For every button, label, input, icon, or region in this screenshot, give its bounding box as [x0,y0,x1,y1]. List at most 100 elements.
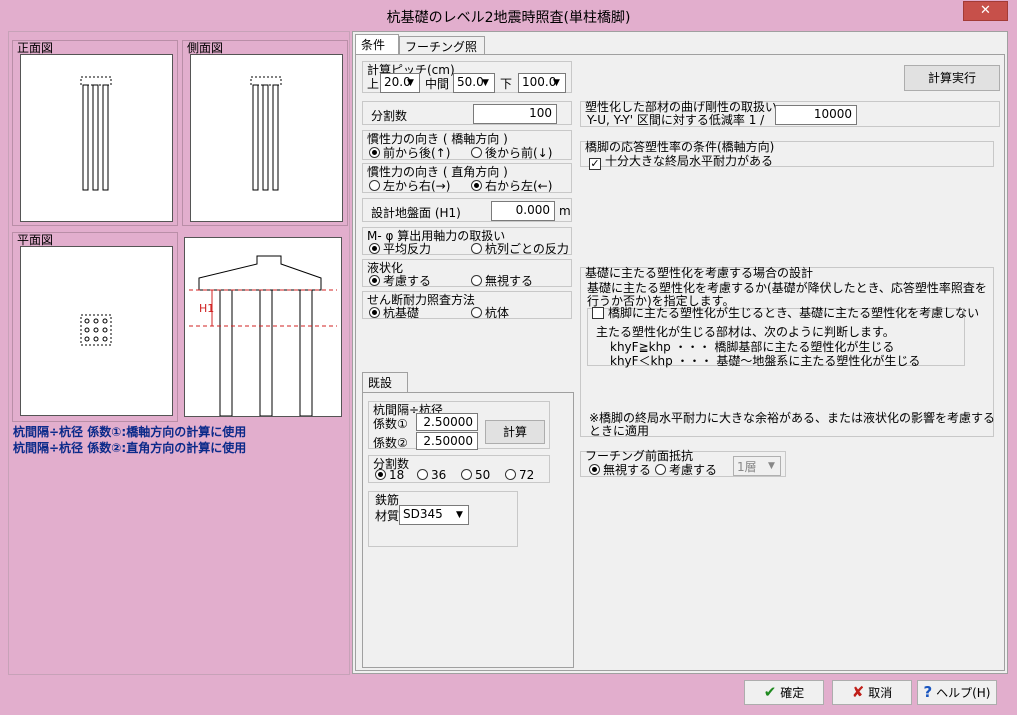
radio-icon [471,275,482,286]
layer-select[interactable]: 1層 ▼ [733,456,781,476]
div-opt-72[interactable]: 72 [505,468,534,482]
window-title: 杭基礎のレベル2地震時照査(単柱橋脚) [386,10,631,26]
cross-icon: ✘ [851,683,865,701]
stiffness-text: Y-U, Y-Y' 区間に対する低減率 1 / [587,113,765,127]
front-view-group: 正面図 [12,40,178,226]
liquefaction-opt2[interactable]: 無視する [471,272,533,289]
help-icon: ? [923,683,933,701]
coef1-label: 係数① [373,417,408,431]
inertia-perp-opt2[interactable]: 右から左(←) [471,177,552,194]
foundation-note2: ときに適用 [589,424,650,438]
ground-label: 設計地盤面 (H1) [371,206,461,220]
shear-group: せん断耐力照査方法 杭基礎 杭体 [362,291,572,321]
pitch-mid-label: 中間 [425,77,450,91]
radio-icon [369,147,380,158]
tab-footing-check[interactable]: フーチング照査 [399,36,485,71]
existing-pile-panel: 杭間隔÷杭径 係数① 2.50000 係数② 2.50000 計算 分割数 18… [362,392,574,668]
foundation-plastic-group: 基礎に主たる塑性化を考慮する場合の設計 基礎に主たる塑性化を考慮するか(基礎が降… [580,266,996,438]
radio-icon [369,243,380,254]
div-opt-18[interactable]: 18 [375,468,404,482]
footing-resist-opt2[interactable]: 考慮する [655,461,717,478]
settings-pane: 条件 フーチング照査 計算ピッチ(cm) 上 20.0▼ 中間 50.0▼ 下 … [352,31,1008,674]
foundation-sub-group: 橋脚に主たる塑性化が生じるとき、基礎に主たる塑性化を考慮しない 主たる塑性化が生… [587,306,979,368]
checkbox-icon [592,307,604,319]
chevron-down-icon: ▼ [482,78,489,88]
pitch-mid-select[interactable]: 50.0 ▼ [453,73,495,93]
radio-icon [417,469,428,480]
radio-icon [369,275,380,286]
chevron-down-icon: ▼ [407,78,414,88]
material-select[interactable]: SD345 ▼ [399,505,469,525]
inertia-axial-group: 慣性力の向き ( 橋軸方向 ) 前から後(↑) 後から前(↓) [362,130,572,160]
pitch-top-label: 上 [367,77,380,91]
ground-group: 設計地盤面 (H1) 0.000 m [362,198,572,222]
checkmark-icon: ✔ [763,683,777,701]
pile-division-group: 分割数 18 36 50 72 [368,455,550,483]
inertia-axial-opt1[interactable]: 前から後(↑) [369,144,450,161]
drawing-pane: 正面図 側面図 平面図 H1 杭間隔÷杭径 係数①:橋軸方向の計算に使用 杭間隔… [8,31,350,675]
plan-view-canvas [20,246,173,416]
liquefaction-opt1[interactable]: 考慮する [369,272,431,289]
liquefaction-group: 液状化 考慮する 無視する [362,259,572,289]
chevron-down-icon: ▼ [768,461,775,471]
calculate-button[interactable]: 計算実行 [904,65,1000,91]
tab-conditions[interactable]: 条件 [355,34,399,55]
footing-resist-opt1[interactable]: 無視する [589,461,651,478]
div-opt-50[interactable]: 50 [461,468,490,482]
foundation-checkbox[interactable]: 橋脚に主たる塑性化が生じるとき、基礎に主たる塑性化を考慮しない [592,304,979,321]
ductility-checkbox[interactable]: ✓ 十分大きな終局水平耐力がある [589,152,773,170]
checkbox-checked-icon: ✓ [589,157,601,170]
close-button[interactable]: ✕ [963,1,1008,21]
ductility-group: 橋脚の応答塑性率の条件(橋軸方向) ✓ 十分大きな終局水平耐力がある [580,140,994,170]
footing-resist-group: フーチング前面抵抗 無視する 考慮する 1層 ▼ [580,449,786,478]
div-opt-36[interactable]: 36 [417,468,446,482]
plan-view-drawing [80,314,112,346]
coef2-input[interactable]: 2.50000 [416,432,478,450]
ground-input[interactable]: 0.000 [491,201,555,221]
cancel-button[interactable]: ✘ 取消 [832,680,912,705]
side-view-group: 側面図 [182,40,348,226]
dialog-footer: ✔ 確定 ✘ 取消 ? ヘルプ(H) [0,676,1017,715]
side-view-canvas [190,54,343,222]
h1-schematic-drawing [189,255,337,417]
conditions-panel: 計算ピッチ(cm) 上 20.0 ▼ 中間 50.0 ▼ 下 100.0 ▼ 分割数 … [355,54,1005,671]
plan-view-group: 平面図 [12,232,178,422]
note-coef2: 杭間隔÷杭径 係数②:直角方向の計算に使用 [13,441,247,455]
stiffness-input[interactable]: 10000 [775,105,857,125]
inertia-axial-opt2[interactable]: 後から前(↓) [471,144,552,161]
pitch-bottom-label: 下 [500,77,513,91]
inertia-perp-group: 慣性力の向き ( 直角方向 ) 左から右(→) 右から左(←) [362,163,572,193]
radio-icon [369,180,380,191]
h1-label: H1 [199,302,215,315]
coef2-label: 係数② [373,436,408,450]
pitch-top-select[interactable]: 20.0 ▼ [380,73,420,93]
chevron-down-icon: ▼ [456,510,463,520]
help-button[interactable]: ? ヘルプ(H) [917,680,997,705]
material-label: 材質 [375,509,400,523]
pitch-bottom-select[interactable]: 100.0 ▼ [518,73,566,93]
shear-opt1[interactable]: 杭基礎 [369,304,419,321]
divisions-group: 分割数 100 [362,101,572,125]
ground-unit: m [559,204,571,218]
divisions-label: 分割数 [371,109,408,123]
mphi-opt1[interactable]: 平均反力 [369,240,431,257]
inertia-perp-opt1[interactable]: 左から右(→) [369,177,450,194]
tab-existing-pile[interactable]: 既設杭 [362,372,408,407]
pitch-group: 計算ピッチ(cm) 上 20.0 ▼ 中間 50.0 ▼ 下 100.0 ▼ [362,61,572,93]
mphi-opt2[interactable]: 杭列ごとの反力 [471,240,569,257]
divisions-input[interactable]: 100 [473,104,557,124]
chevron-down-icon: ▼ [553,78,560,88]
ratio-calc-button[interactable]: 計算 [485,420,545,444]
title-bar: 杭基礎のレベル2地震時照査(単柱橋脚) ✕ [0,0,1017,31]
radio-icon [471,147,482,158]
radio-icon [369,307,380,318]
foundation-note1: ※橋脚の終局水平耐力に大きな余裕がある、または液状化の影響を考慮する [589,411,996,425]
mphi-group: M- φ 算出用軸力の取扱い 平均反力 杭列ごとの反力 [362,227,572,257]
rule2-text: khyF＜khp ・・・ 基礎～地盤系に主たる塑性化が生じる [610,354,921,368]
pile-ratio-group: 杭間隔÷杭径 係数① 2.50000 係数② 2.50000 計算 [368,401,550,450]
shear-opt2[interactable]: 杭体 [471,304,509,321]
stiffness-group: 塑性化した部材の曲げ剛性の取扱い Y-U, Y-Y' 区間に対する低減率 1 /… [580,100,1000,127]
radio-icon [655,464,666,475]
coef1-input[interactable]: 2.50000 [416,413,478,431]
ok-button[interactable]: ✔ 確定 [744,680,824,705]
